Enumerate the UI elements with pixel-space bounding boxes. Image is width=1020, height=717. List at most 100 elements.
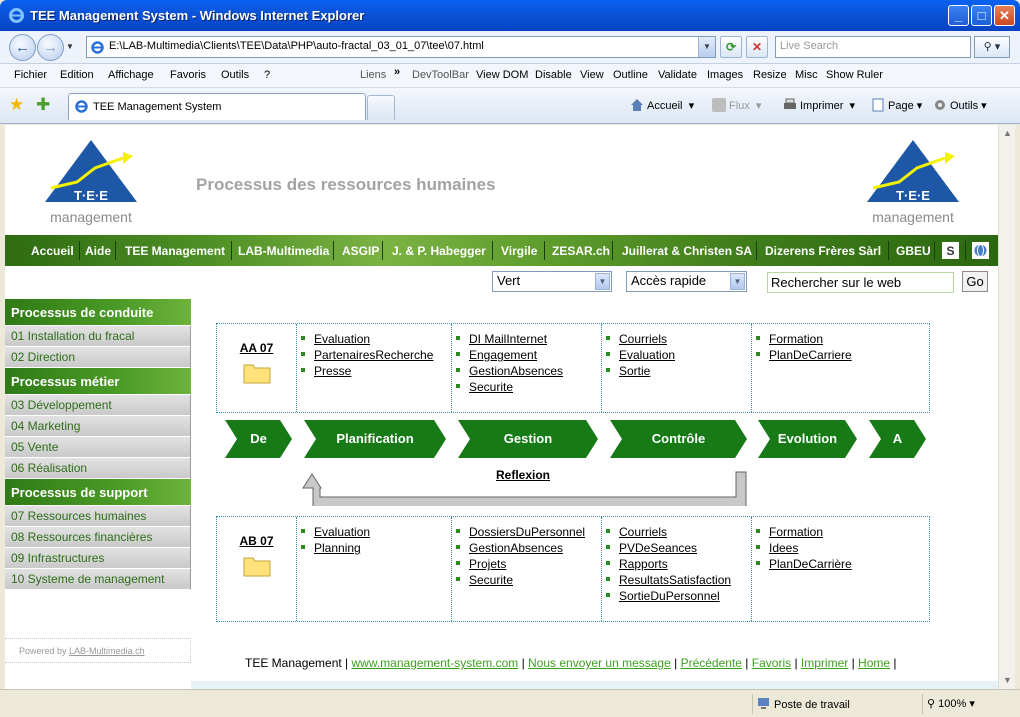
process-link[interactable]: Formation bbox=[769, 525, 823, 539]
process-link[interactable]: Sortie bbox=[619, 364, 650, 378]
process-link[interactable]: GestionAbsences bbox=[469, 541, 563, 555]
search-button[interactable]: ⚲ ▾ bbox=[974, 36, 1010, 58]
sidebar-item-infrastructures[interactable]: 09 Infrastructures bbox=[5, 548, 191, 569]
link-misc[interactable]: Misc bbox=[795, 69, 818, 81]
forward-button[interactable]: → bbox=[37, 34, 64, 61]
sidebar-item-direction[interactable]: 02 Direction bbox=[5, 347, 191, 368]
folder-icon[interactable] bbox=[243, 360, 271, 384]
stage-planification[interactable]: Planification bbox=[304, 420, 446, 458]
nav-accueil[interactable]: Accueil bbox=[31, 244, 74, 258]
process-link[interactable]: PlanDeCarrière bbox=[769, 557, 852, 571]
links-label[interactable]: Liens bbox=[360, 69, 386, 81]
process-link[interactable]: PartenairesRecherche bbox=[314, 348, 433, 362]
process-code-aa07[interactable]: AA 07 bbox=[217, 341, 296, 355]
process-link[interactable]: PlanDeCarriere bbox=[769, 348, 852, 362]
page-menu-button[interactable]: Page ▾ bbox=[871, 98, 922, 112]
menu-help[interactable]: ? bbox=[264, 69, 270, 81]
tools-menu-button[interactable]: Outils ▾ bbox=[933, 98, 987, 112]
sidebar-heading-support[interactable]: Processus de support bbox=[5, 479, 191, 506]
footer-link-print[interactable]: Imprimer bbox=[801, 656, 848, 670]
link-disable[interactable]: Disable bbox=[535, 69, 572, 81]
sidebar-heading-metier[interactable]: Processus métier bbox=[5, 368, 191, 395]
stop-button[interactable]: ✕ bbox=[746, 36, 768, 58]
live-search-input[interactable]: Live Search bbox=[775, 36, 971, 58]
sidebar-item-realisation[interactable]: 06 Réalisation bbox=[5, 458, 191, 479]
link-show-ruler[interactable]: Show Ruler bbox=[826, 69, 883, 81]
link-view[interactable]: View bbox=[580, 69, 604, 81]
process-link[interactable]: Projets bbox=[469, 557, 506, 571]
stage-de[interactable]: De bbox=[225, 420, 292, 458]
sidebar-heading-conduite[interactable]: Processus de conduite bbox=[5, 299, 191, 326]
quick-access-select[interactable]: Accès rapide ▼ bbox=[626, 271, 747, 292]
nav-asgip[interactable]: ASGIP bbox=[342, 244, 379, 258]
process-link[interactable]: GestionAbsences bbox=[469, 364, 563, 378]
maximize-button[interactable]: □ bbox=[971, 5, 992, 26]
process-link[interactable]: PVDeSeances bbox=[619, 541, 697, 555]
url-dropdown-icon[interactable]: ▼ bbox=[698, 37, 715, 57]
go-button[interactable]: Go bbox=[962, 271, 988, 292]
sidebar-item-ressources-financieres[interactable]: 08 Ressources financières bbox=[5, 527, 191, 548]
stage-controle[interactable]: Contrôle bbox=[610, 420, 747, 458]
nav-aide[interactable]: Aide bbox=[85, 244, 111, 258]
home-button[interactable]: Accueil ▾ bbox=[630, 98, 694, 112]
reflexion-link[interactable]: Reflexion bbox=[496, 468, 550, 482]
nav-zesar[interactable]: ZESAR.ch bbox=[552, 244, 610, 258]
scroll-down-icon[interactable]: ▼ bbox=[999, 672, 1016, 689]
process-link[interactable]: Engagement bbox=[469, 348, 537, 362]
nav-tee-management[interactable]: TEE Management bbox=[125, 244, 225, 258]
footer-link-home[interactable]: Home bbox=[858, 656, 890, 670]
minimize-button[interactable]: _ bbox=[948, 5, 969, 26]
feeds-button[interactable]: Flux ▾ bbox=[712, 98, 761, 112]
history-dropdown-icon[interactable]: ▼ bbox=[66, 42, 74, 51]
menu-fichier[interactable]: Fichier bbox=[14, 69, 47, 81]
add-favorite-icon[interactable]: ✚ bbox=[36, 95, 50, 115]
menu-outils[interactable]: Outils bbox=[221, 69, 249, 81]
link-images[interactable]: Images bbox=[707, 69, 743, 81]
footer-link-favorites[interactable]: Favoris bbox=[752, 656, 791, 670]
sidebar-item-installation[interactable]: 01 Installation du fracal bbox=[5, 326, 191, 347]
nav-dizerens[interactable]: Dizerens Frères Sàrl bbox=[765, 244, 881, 258]
link-outline[interactable]: Outline bbox=[613, 69, 648, 81]
menu-edition[interactable]: Edition bbox=[60, 69, 94, 81]
process-code-ab07[interactable]: AB 07 bbox=[217, 534, 296, 548]
powered-by-link[interactable]: LAB-Multimedia.ch bbox=[69, 646, 145, 656]
globe-icon[interactable] bbox=[972, 242, 989, 259]
tee-logo-left[interactable]: T·E·E management bbox=[37, 138, 145, 228]
process-link[interactable]: Formation bbox=[769, 332, 823, 346]
favorites-star-icon[interactable]: ★ bbox=[9, 95, 24, 115]
nav-habegger[interactable]: J. & P. Habegger bbox=[392, 244, 486, 258]
refresh-button[interactable]: ⟳ bbox=[720, 36, 742, 58]
tab-tee-management[interactable]: TEE Management System bbox=[68, 93, 366, 120]
process-link[interactable]: Securite bbox=[469, 573, 513, 587]
close-button[interactable]: ✕ bbox=[994, 5, 1015, 26]
footer-link-message[interactable]: Nous envoyer un message bbox=[528, 656, 671, 670]
sidebar-item-ressources-humaines[interactable]: 07 Ressources humaines bbox=[5, 506, 191, 527]
web-search-input[interactable]: Rechercher sur le web bbox=[767, 272, 954, 293]
chevron-right-icon[interactable]: » bbox=[394, 66, 400, 78]
stage-a[interactable]: A bbox=[869, 420, 926, 458]
scroll-up-icon[interactable]: ▲ bbox=[999, 125, 1016, 142]
new-tab-button[interactable] bbox=[367, 95, 395, 120]
window-title-bar[interactable]: TEE Management System - Windows Internet… bbox=[0, 0, 1020, 31]
nav-juillerat-christen[interactable]: Juillerat & Christen SA bbox=[622, 244, 752, 258]
sidebar-item-vente[interactable]: 05 Vente bbox=[5, 437, 191, 458]
link-resize[interactable]: Resize bbox=[753, 69, 787, 81]
link-devtoolbar[interactable]: DevToolBar bbox=[412, 69, 469, 81]
process-link[interactable]: Evaluation bbox=[619, 348, 675, 362]
menu-favoris[interactable]: Favoris bbox=[170, 69, 206, 81]
skype-icon[interactable]: S bbox=[942, 242, 959, 259]
back-button[interactable]: ← bbox=[9, 34, 36, 61]
url-field[interactable]: E:\LAB-Multimedia\Clients\TEE\Data\PHP\a… bbox=[86, 36, 716, 58]
footer-link-previous[interactable]: Précédente bbox=[681, 656, 742, 670]
folder-icon[interactable] bbox=[243, 553, 271, 577]
menu-affichage[interactable]: Affichage bbox=[108, 69, 154, 81]
process-link[interactable]: Evaluation bbox=[314, 332, 370, 346]
nav-gbeu[interactable]: GBEU bbox=[896, 244, 931, 258]
process-link[interactable]: ResultatsSatisfaction bbox=[619, 573, 731, 587]
zoom-control[interactable]: ⚲ 100% ▾ bbox=[922, 694, 1002, 714]
color-select[interactable]: Vert ▼ bbox=[492, 271, 612, 292]
process-link[interactable]: Courriels bbox=[619, 332, 667, 346]
process-link[interactable]: Rapports bbox=[619, 557, 668, 571]
link-view-dom[interactable]: View DOM bbox=[476, 69, 528, 81]
process-link[interactable]: Idees bbox=[769, 541, 798, 555]
